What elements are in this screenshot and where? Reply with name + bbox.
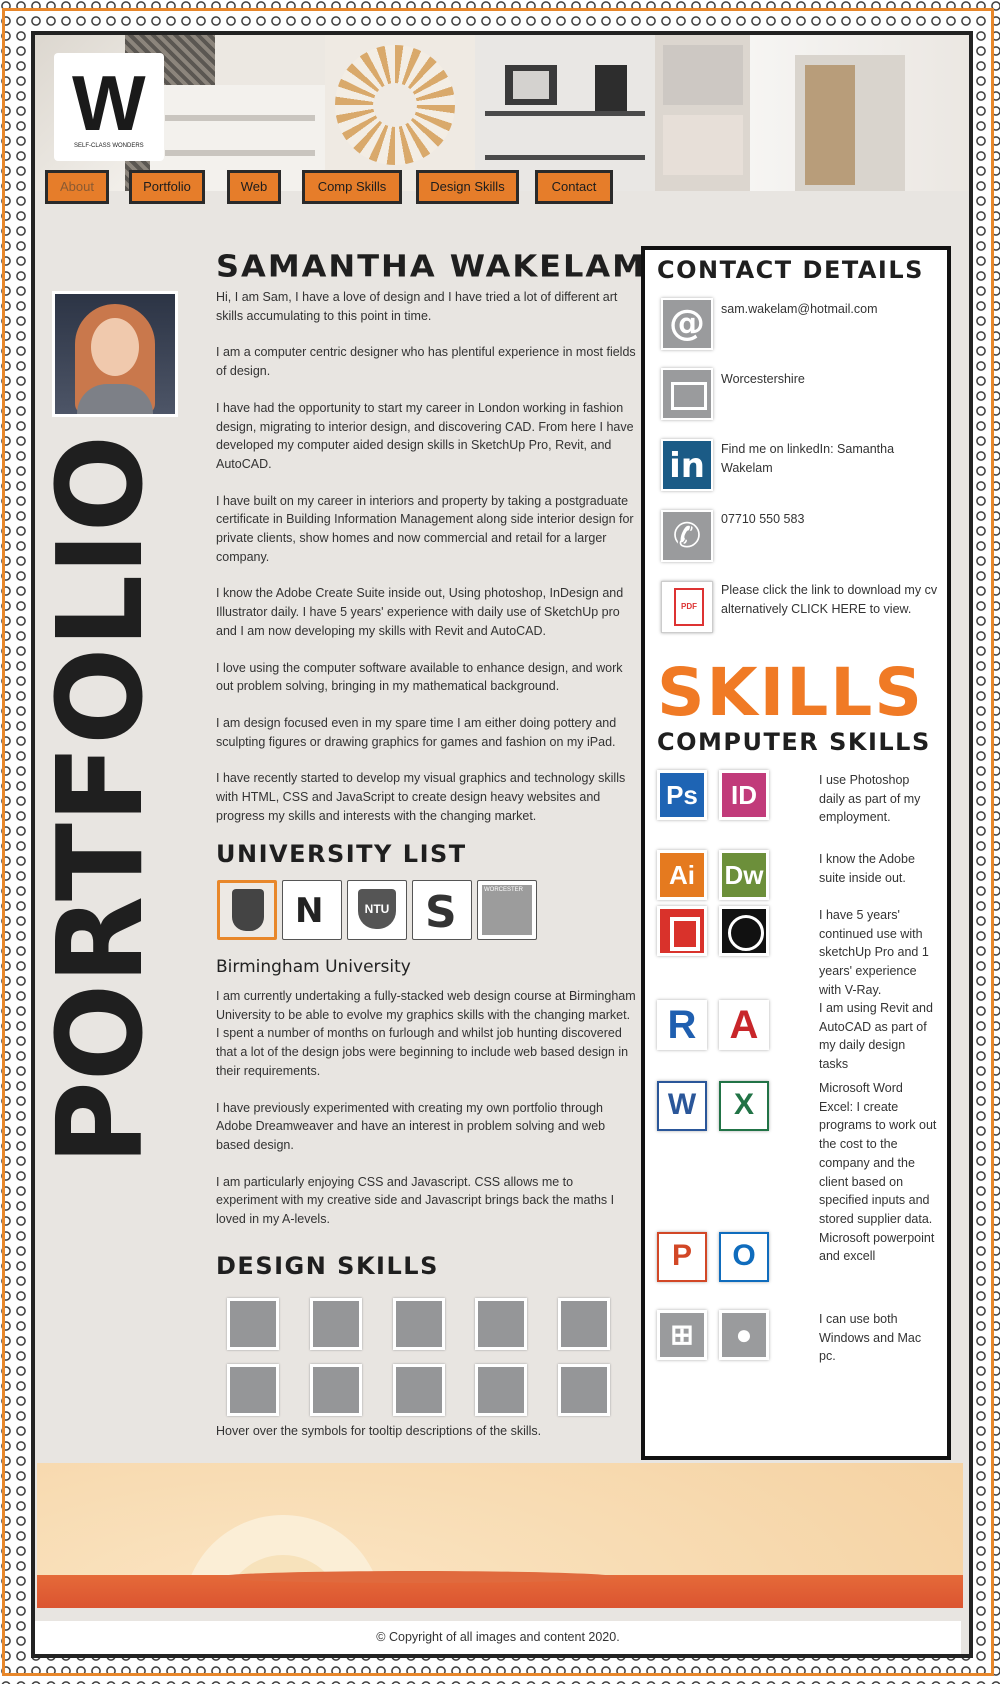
lightbulb-icon[interactable]	[310, 1298, 362, 1350]
skill-revit-text: I am using Revit and AutoCAD as part of …	[819, 1001, 933, 1072]
photoshop-icon: Ps	[657, 770, 707, 820]
set-square-ruler-icon[interactable]	[558, 1298, 610, 1350]
email-icon: @	[661, 298, 713, 350]
portfolio-vertical-title: PORTFOLIO	[45, 435, 165, 1165]
copyright-text: © Copyright of all images and content 20…	[376, 1630, 620, 1644]
vray-icon	[719, 906, 769, 956]
contact-location: Worcestershire	[721, 372, 805, 386]
sunset-illustration	[37, 1463, 963, 1608]
powerpoint-icon: P	[657, 1232, 707, 1282]
ntu-logo-icon: NTU	[358, 889, 396, 929]
skills-heading: SKILLS	[657, 654, 924, 731]
nav-contact[interactable]: Contact	[535, 170, 613, 204]
nav-design-skills[interactable]: Design Skills	[416, 170, 519, 204]
pdf-icon[interactable]: PDF	[661, 581, 713, 633]
uni-logo-icon: S	[425, 887, 457, 938]
main-nav: About Portfolio Web Comp Skills Design S…	[45, 170, 965, 210]
about-paragraph: I am design focused even in my spare tim…	[216, 715, 617, 749]
contact-phone: 07710 550 583	[721, 512, 805, 526]
uni-title: Birmingham University	[216, 957, 411, 977]
birmingham-crest-icon	[232, 889, 264, 931]
nav-about[interactable]: About	[45, 170, 109, 204]
apple-icon: ●	[719, 1310, 769, 1360]
side-title-text: PORTFOLIO	[45, 435, 165, 1165]
about-paragraph: I have had the opportunity to start my c…	[216, 400, 634, 471]
header-banner	[35, 35, 969, 191]
nav-portfolio[interactable]: Portfolio	[129, 170, 205, 204]
about-paragraph: I have built on my career in interiors a…	[216, 493, 634, 564]
linkedin-icon[interactable]: in	[661, 439, 713, 491]
revit-icon: R	[657, 1000, 707, 1050]
uni-paragraph: I am particularly enjoying CSS and Javas…	[216, 1174, 615, 1227]
contact-heading: CONTACT DETAILS	[657, 256, 924, 284]
windows-icon: ⊞	[657, 1310, 707, 1360]
excel-icon: X	[719, 1081, 769, 1131]
uni-birmingham-button[interactable]	[217, 880, 277, 940]
paintbrush-icon[interactable]	[475, 1364, 527, 1416]
skill-sketchup-text: I have 5 years' continued use with sketc…	[819, 908, 929, 997]
skill-os-text: I can use both Windows and Mac pc.	[819, 1312, 922, 1364]
autocad-icon: A	[719, 1000, 769, 1050]
set-square-icon[interactable]	[475, 1298, 527, 1350]
contact-linkedin[interactable]: Find me on linkedIn: Samantha Wakelam	[721, 440, 941, 477]
sketchup-icon	[657, 906, 707, 956]
worcester-logo-text: WORCESTER	[484, 887, 523, 893]
about-section: Hi, I am Sam, I have a love of design an…	[216, 288, 636, 843]
footer: © Copyright of all images and content 20…	[35, 1621, 961, 1654]
idea-cloud-icon[interactable]	[310, 1364, 362, 1416]
flower-pot-icon[interactable]	[393, 1298, 445, 1350]
nav-comp-skills[interactable]: Comp Skills	[302, 170, 402, 204]
skill-photoshop-text: I use Photoshop daily as part of my empl…	[819, 773, 921, 825]
page-title: SAMANTHA WAKELAM	[216, 247, 646, 285]
uni-logo-icon: N	[295, 891, 324, 931]
skill-office-text: Microsoft Word Excel: I create programs …	[819, 1081, 937, 1264]
contact-email[interactable]: sam.wakelam@hotmail.com	[721, 300, 941, 319]
uni-button[interactable]: N	[282, 880, 342, 940]
illustrator-icon: Ai	[657, 850, 707, 900]
uni-paragraph: I am currently undertaking a fully-stack…	[216, 989, 636, 1078]
design-skills-hint: Hover over the symbols for tooltip descr…	[216, 1424, 542, 1438]
about-paragraph: I love using the computer software avail…	[216, 660, 623, 694]
word-icon: W	[657, 1081, 707, 1131]
about-paragraph: I have recently started to develop my vi…	[216, 771, 626, 823]
profile-photo	[52, 291, 178, 417]
uni-ntu-button[interactable]: NTU	[347, 880, 407, 940]
dreamweaver-icon: Dw	[719, 850, 769, 900]
about-paragraph: I know the Adobe Create Suite inside out…	[216, 586, 624, 638]
skill-adobe-text: I know the Adobe suite inside out.	[819, 852, 915, 885]
pencil-icon[interactable]	[393, 1364, 445, 1416]
worcester-logo-icon: WORCESTER	[482, 885, 532, 935]
university-description: I am currently undertaking a fully-stack…	[216, 987, 636, 1247]
contact-cv-link[interactable]: Please click the link to download my cv …	[721, 581, 941, 618]
contact-panel: CONTACT DETAILS @ sam.wakelam@hotmail.co…	[641, 246, 951, 1460]
site-logo[interactable]: W SELF-CLASS WONDERS	[54, 53, 164, 161]
about-paragraph: I am a computer centric designer who has…	[216, 345, 636, 379]
uni-worcester-button[interactable]: WORCESTER	[477, 880, 537, 940]
nav-web[interactable]: Web	[227, 170, 281, 204]
phone-icon: ✆	[661, 510, 713, 562]
university-heading: UNIVERSITY LIST	[216, 840, 467, 868]
computer-skills-heading: COMPUTER SKILLS	[657, 728, 931, 756]
mail-envelope-icon	[661, 368, 713, 420]
outlook-icon: O	[719, 1232, 769, 1282]
logo-tagline: SELF-CLASS WONDERS	[74, 143, 144, 149]
fashion-pattern-icon[interactable]	[227, 1364, 279, 1416]
indesign-icon: ID	[719, 770, 769, 820]
camera-icon[interactable]	[558, 1364, 610, 1416]
drafting-icon[interactable]	[227, 1298, 279, 1350]
about-paragraph: Hi, I am Sam, I have a love of design an…	[216, 290, 618, 323]
logo-letter: W	[72, 59, 146, 147]
uni-button[interactable]: S	[412, 880, 472, 940]
design-skills-heading: DESIGN SKILLS	[216, 1252, 439, 1280]
uni-paragraph: I have previously experimented with crea…	[216, 1100, 606, 1152]
